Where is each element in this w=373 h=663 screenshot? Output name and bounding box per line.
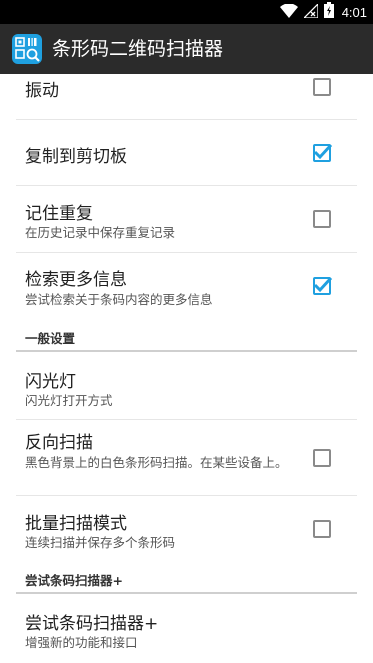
batch-scan-checkbox[interactable] (313, 520, 331, 538)
status-icons: 4:01 (279, 1, 367, 22)
setting-reverse-scan[interactable]: 反向扫描 黑色背景上的白色条形码扫描。在某些设备上。 (0, 420, 373, 496)
setting-vibrate[interactable]: 振动 (0, 74, 373, 120)
setting-title: 尝试条码扫描器+ (25, 614, 159, 634)
section-rule (16, 350, 357, 352)
setting-summary: 增强新的功能和接口 (25, 635, 138, 650)
section-rule (16, 592, 357, 594)
section-title: 尝试条码扫描器+ (25, 573, 123, 588)
setting-remember-duplicates[interactable]: 记住重复 在历史记录中保存重复记录 (0, 186, 373, 253)
setting-title: 闪光灯 (25, 372, 76, 392)
status-bar: 4:01 (0, 0, 373, 24)
setting-title: 记住重复 (25, 204, 93, 224)
retrieve-more-checkbox[interactable] (313, 276, 333, 295)
remember-duplicates-checkbox[interactable] (313, 210, 331, 228)
checkmark-icon (313, 276, 333, 293)
setting-summary: 连续扫描并保存多个条形码 (25, 535, 176, 550)
section-header-plus: 尝试条码扫描器+ (0, 564, 373, 594)
setting-flashlight[interactable]: 闪光灯 闪光灯打开方式 (0, 354, 373, 420)
setting-title: 检索更多信息 (25, 270, 127, 290)
checkmark-icon (313, 143, 333, 160)
wifi-icon (279, 2, 298, 22)
signal-off-icon (302, 1, 319, 22)
vibrate-checkbox[interactable] (313, 78, 331, 96)
setting-batch-scan[interactable]: 批量扫描模式 连续扫描并保存多个条形码 (0, 496, 373, 562)
copy-clipboard-checkbox[interactable] (313, 143, 333, 162)
app-title: 条形码二维码扫描器 (52, 38, 224, 60)
setting-title: 批量扫描模式 (25, 514, 127, 534)
setting-retrieve-more[interactable]: 检索更多信息 尝试检索关于条码内容的更多信息 (0, 253, 373, 320)
setting-try-plus[interactable]: 尝试条码扫描器+ 增强新的功能和接口 (0, 596, 373, 663)
setting-title: 反向扫描 (25, 433, 93, 453)
app-toolbar: 条形码二维码扫描器 (0, 24, 373, 74)
barcode-qr-scanner-icon (12, 34, 42, 64)
section-title: 一般设置 (25, 331, 76, 346)
setting-copy-clipboard[interactable]: 复制到剪切板 (0, 120, 373, 186)
setting-summary: 黑色背景上的白色条形码扫描。在某些设备上。 (25, 455, 288, 470)
section-header-general: 一般设置 (0, 322, 373, 352)
setting-summary: 在历史记录中保存重复记录 (25, 225, 176, 240)
battery-charging-icon (323, 2, 334, 22)
setting-summary: 闪光灯打开方式 (25, 393, 113, 408)
setting-summary: 尝试检索关于条码内容的更多信息 (25, 292, 213, 307)
clock: 4:01 (341, 4, 367, 20)
setting-title: 振动 (25, 81, 59, 101)
reverse-scan-checkbox[interactable] (313, 449, 331, 467)
setting-title: 复制到剪切板 (25, 147, 127, 167)
